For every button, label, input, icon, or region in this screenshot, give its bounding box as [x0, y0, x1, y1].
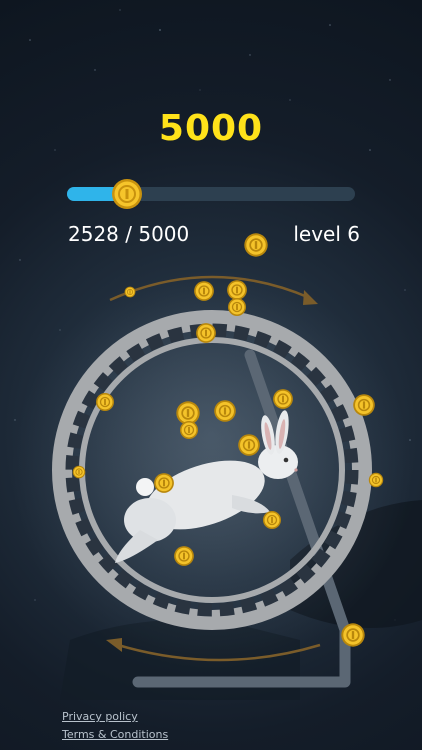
coin-icon: [352, 393, 376, 417]
coin-icon: [195, 322, 217, 344]
footer-links: Privacy policy Terms & Conditions: [62, 710, 168, 746]
game-scene: [12, 232, 412, 688]
coin-icon: [237, 433, 261, 457]
coin-icon: [213, 399, 237, 423]
coin-icon: [72, 465, 86, 479]
coin-icon: [262, 510, 282, 530]
coin-icon: [272, 388, 294, 410]
privacy-policy-link[interactable]: Privacy policy: [62, 710, 168, 723]
coin-icon: [340, 622, 366, 648]
coin-icon: [179, 420, 199, 440]
coin-icon: [193, 280, 215, 302]
coin-icon: [368, 472, 384, 488]
coin-icon: [243, 232, 269, 258]
coin-icon: [173, 545, 195, 567]
coin-icon: [227, 297, 247, 317]
terms-conditions-link[interactable]: Terms & Conditions: [62, 728, 168, 741]
coin-icon: [226, 279, 248, 301]
coin-icon: [95, 392, 115, 412]
coin-icon: [124, 285, 136, 299]
coin-icon: [153, 472, 175, 494]
